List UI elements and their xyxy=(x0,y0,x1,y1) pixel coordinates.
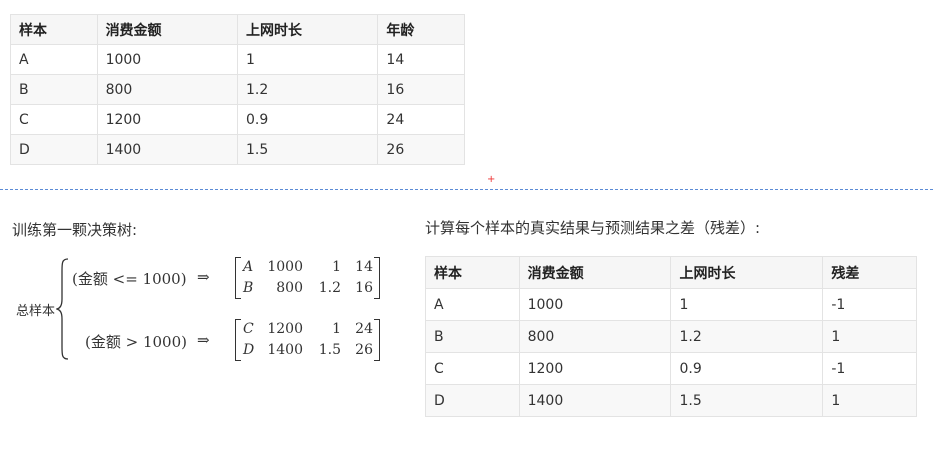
left-bracket-icon xyxy=(235,319,241,361)
matrix-cell: 1 xyxy=(332,259,341,275)
table-row: B 800 1.2 16 xyxy=(10,74,465,105)
table-cell: 1200 xyxy=(518,352,672,385)
matrix-cell: 14 xyxy=(355,259,373,275)
column-header: 残差 xyxy=(822,256,917,289)
left-heading: 训练第一颗决策树: xyxy=(12,221,138,239)
table-row: A 1000 1 14 xyxy=(10,44,465,75)
matrix-cell: D xyxy=(243,342,255,358)
matrix-cell: 16 xyxy=(355,280,373,296)
table-cell: 16 xyxy=(377,74,465,105)
table-cell: 1 xyxy=(822,384,917,417)
table-cell: B xyxy=(425,320,520,353)
column-header: 样本 xyxy=(10,14,98,45)
table-cell: D xyxy=(10,134,98,165)
branch-condition: (金额 <= 1000) xyxy=(72,270,187,288)
matrix-cell: 26 xyxy=(355,342,373,358)
table-cell: 1000 xyxy=(96,44,238,75)
table-cell: -1 xyxy=(822,288,917,321)
table-header-row: 样本 消费金额 上网时长 年龄 xyxy=(10,14,465,45)
tree-root-label: 总样本 xyxy=(16,304,56,319)
branch-matrix: A 1000 1 14 B 800 1.2 16 xyxy=(235,257,380,299)
table-cell: 1.2 xyxy=(670,320,824,353)
table-cell: 24 xyxy=(377,104,465,135)
matrix-cell: B xyxy=(243,280,254,296)
right-bracket-icon xyxy=(374,257,380,299)
table-cell: C xyxy=(425,352,520,385)
left-bracket-icon xyxy=(235,257,241,299)
column-header: 上网时长 xyxy=(670,256,824,289)
cursor-marker: + xyxy=(487,174,496,185)
table-cell: A xyxy=(10,44,98,75)
matrix-cell: 800 xyxy=(276,280,303,296)
table-cell: 1.5 xyxy=(236,134,379,165)
matrix-cell: 1200 xyxy=(267,321,303,337)
matrix-cell: 1.5 xyxy=(318,342,341,358)
column-header: 上网时长 xyxy=(236,14,379,45)
right-heading: 计算每个样本的真实结果与预测结果之差（残差）: xyxy=(425,219,761,237)
table-row: B 800 1.2 1 xyxy=(425,320,917,353)
table-row: C 1200 0.9 24 xyxy=(10,104,465,135)
matrix-cell: 1.2 xyxy=(318,280,341,296)
table-cell: 1 xyxy=(822,320,917,353)
table-cell: 14 xyxy=(377,44,465,75)
table-cell: 1000 xyxy=(518,288,672,321)
branch-matrix: C 1200 1 24 D 1400 1.5 26 xyxy=(235,319,380,361)
table-cell: 0.9 xyxy=(670,352,824,385)
curly-brace-icon xyxy=(56,258,69,360)
table-cell: 1.5 xyxy=(670,384,824,417)
section-divider xyxy=(0,189,933,190)
residual-table: 样本 消费金额 上网时长 残差 A 1000 1 -1 B 800 1.2 1 … xyxy=(425,256,917,417)
table-cell: B xyxy=(10,74,98,105)
matrix-cell: 1 xyxy=(332,321,341,337)
table-cell: 800 xyxy=(96,74,238,105)
table-cell: 1.2 xyxy=(236,74,379,105)
table-cell: -1 xyxy=(822,352,917,385)
matrix-cell: C xyxy=(243,321,254,337)
table-row: A 1000 1 -1 xyxy=(425,288,917,321)
matrix-cell: A xyxy=(243,259,254,275)
right-bracket-icon xyxy=(374,319,380,361)
table-row: D 1400 1.5 1 xyxy=(425,384,917,417)
matrix-cell: 1000 xyxy=(267,259,303,275)
table-cell: 1400 xyxy=(518,384,672,417)
table-row: D 1400 1.5 26 xyxy=(10,134,465,165)
table-cell: 1400 xyxy=(96,134,238,165)
column-header: 样本 xyxy=(425,256,520,289)
table-header-row: 样本 消费金额 上网时长 残差 xyxy=(425,256,917,289)
column-header: 消费金额 xyxy=(96,14,238,45)
table-cell: 0.9 xyxy=(236,104,379,135)
table-cell: D xyxy=(425,384,520,417)
column-header: 消费金额 xyxy=(518,256,672,289)
sample-table: 样本 消费金额 上网时长 年龄 A 1000 1 14 B 800 1.2 16… xyxy=(10,14,465,165)
column-header: 年龄 xyxy=(377,14,465,45)
table-cell: C xyxy=(10,104,98,135)
matrix-cell: 1400 xyxy=(267,342,303,358)
implies-arrow-icon: ⇒ xyxy=(197,331,210,349)
table-cell: 26 xyxy=(377,134,465,165)
table-cell: A xyxy=(425,288,520,321)
table-cell: 1 xyxy=(236,44,379,75)
matrix-cell: 24 xyxy=(355,321,373,337)
branch-condition: (金额 > 1000) xyxy=(85,333,187,351)
table-cell: 800 xyxy=(518,320,672,353)
table-cell: 1200 xyxy=(96,104,238,135)
table-cell: 1 xyxy=(670,288,824,321)
table-row: C 1200 0.9 -1 xyxy=(425,352,917,385)
implies-arrow-icon: ⇒ xyxy=(197,268,210,286)
